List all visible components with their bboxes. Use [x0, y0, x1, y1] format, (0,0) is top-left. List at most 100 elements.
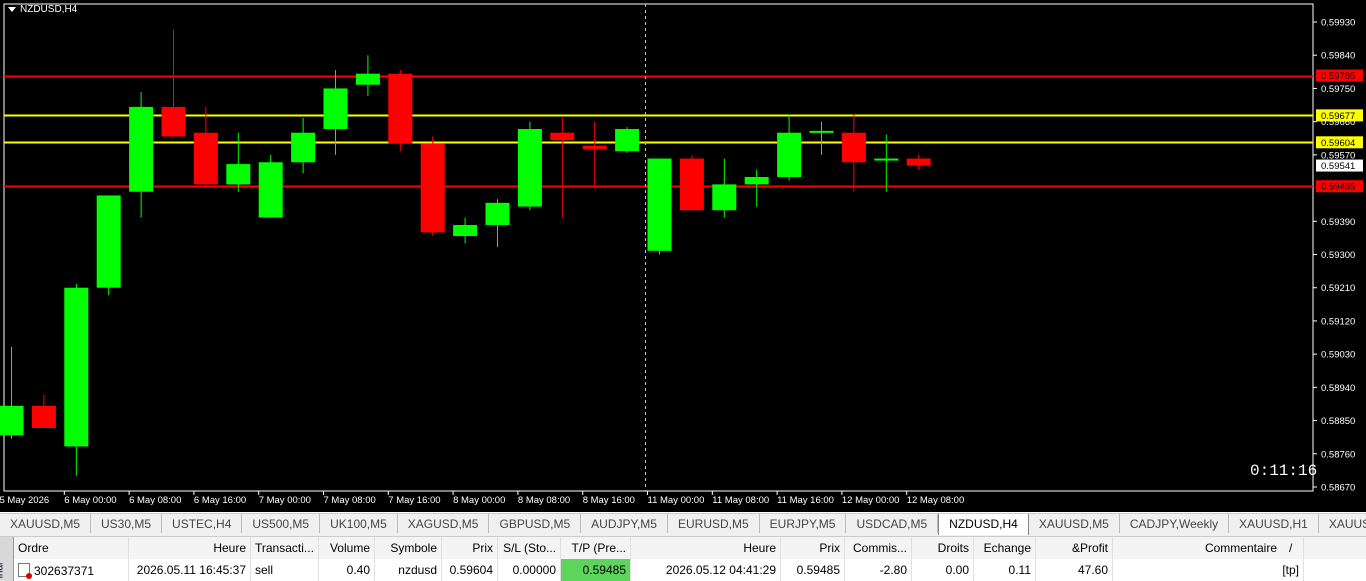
- column-header-label: Symbole: [390, 541, 437, 555]
- table-cell-value: -2.80: [879, 563, 907, 577]
- column-header[interactable]: Heure: [129, 537, 251, 559]
- candle-body: [258, 162, 283, 218]
- tab-xauusd[interactable]: XAUUSD,\: [1319, 514, 1366, 533]
- column-header-label: Heure: [213, 541, 246, 555]
- tab-uk100-m5[interactable]: UK100,M5: [320, 514, 398, 533]
- tab-xauusd-h1[interactable]: XAUUSD,H1: [1229, 514, 1319, 533]
- candle-body: [485, 202, 510, 225]
- column-header[interactable]: Heure: [631, 537, 781, 559]
- table-cell-value: nzdusd: [398, 563, 437, 577]
- price-axis-label: 0.59210: [1321, 283, 1355, 294]
- candle-body: [906, 158, 931, 166]
- price-axis-label: 0.59750: [1321, 84, 1355, 95]
- time-axis-label: 7 May 00:00: [259, 495, 311, 506]
- level-price-label: 0.59604: [1321, 138, 1355, 149]
- terminal-side-label[interactable]: inal: [0, 537, 14, 581]
- candle-countdown-timer: 0:11:16: [1250, 462, 1318, 480]
- candle-body: [161, 106, 186, 137]
- candle-body: [615, 129, 640, 152]
- column-header[interactable]: Commentaire /: [1113, 537, 1304, 559]
- tab-eurjpy-m5[interactable]: EURJPY,M5: [760, 514, 847, 533]
- tab-nzdusd-h4[interactable]: NZDUSD,H4: [938, 514, 1029, 535]
- time-axis-label: 12 May 00:00: [842, 495, 900, 506]
- column-header-label: Ordre: [18, 541, 49, 555]
- chart-menu-icon[interactable]: [8, 7, 16, 12]
- tab-xagusd-m5[interactable]: XAGUSD,M5: [398, 514, 490, 533]
- tab-xauusd-m5[interactable]: XAUUSD,M5: [1029, 514, 1120, 533]
- sort-indicator-icon: /: [1289, 541, 1293, 555]
- table-cell: 2026.05.12 04:41:29: [631, 559, 781, 581]
- price-axis-label: 0.58760: [1321, 449, 1355, 460]
- candle-body: [420, 143, 445, 233]
- price-chart[interactable]: 0.599300.598400.597500.596600.595700.593…: [0, 0, 1366, 512]
- tab-usdcad-m5[interactable]: USDCAD,M5: [846, 514, 939, 533]
- column-header[interactable]: Droits: [912, 537, 974, 559]
- table-cell: 0.40: [319, 559, 375, 581]
- time-axis-label: 8 May 08:00: [518, 495, 570, 506]
- column-header-label: Prix: [819, 541, 840, 555]
- candle-body: [744, 177, 769, 185]
- time-axis-label: 6 May 00:00: [64, 495, 116, 506]
- column-header[interactable]: Prix: [781, 537, 845, 559]
- table-cell-value: 47.60: [1077, 563, 1108, 577]
- table-cell-value: [tp]: [1282, 563, 1299, 577]
- tab-gbpusd-m5[interactable]: GBPUSD,M5: [489, 514, 582, 533]
- table-cell: 0.59485: [781, 559, 845, 581]
- column-header[interactable]: Transacti...: [251, 537, 319, 559]
- column-header[interactable]: Echange: [974, 537, 1036, 559]
- table-cell: -2.80: [845, 559, 912, 581]
- terminal-trade-table: inal Ordre Heure Transacti... Volume Symbole…: [0, 537, 1366, 581]
- tab-cadjpy-weekly[interactable]: CADJPY,Weekly: [1120, 514, 1230, 533]
- column-header[interactable]: Symbole: [375, 537, 442, 559]
- price-axis-label: 0.59030: [1321, 350, 1355, 361]
- candle-body: [0, 405, 24, 436]
- candle-body: [355, 73, 380, 85]
- tab-audjpy-m5[interactable]: AUDJPY,M5: [581, 514, 668, 533]
- time-axis-label: 5 May 2026: [0, 495, 49, 506]
- chart-area[interactable]: 0.59930 0.59840 0.59750 0.59660 0.59570 0.593…: [0, 0, 1366, 512]
- table-cell: 47.60: [1036, 559, 1113, 581]
- table-cell-value: 0.59604: [449, 563, 493, 577]
- price-axis-label: 0.58940: [1321, 383, 1355, 394]
- column-header-label: Transacti...: [255, 541, 314, 555]
- table-row[interactable]: 302637371 2026.05.11 16:45:37 sell 0.40 nzdu…: [14, 559, 1366, 581]
- table-cell: [tp]: [1113, 559, 1304, 581]
- time-axis-label: 11 May 00:00: [648, 495, 705, 506]
- current-price-label: 0.59541: [1321, 161, 1355, 172]
- column-header[interactable]: T/P (Pre...: [561, 537, 631, 559]
- tab-ustec-h4[interactable]: USTEC,H4: [162, 514, 243, 533]
- price-axis-label: 0.58850: [1321, 416, 1355, 427]
- price-axis-label: 0.59300: [1321, 250, 1355, 261]
- table-cell-value: 0.59485: [582, 563, 626, 577]
- table-cell: 0.00000: [498, 559, 561, 581]
- column-header-label: Heure: [743, 541, 776, 555]
- column-header[interactable]: Volume: [319, 537, 375, 559]
- chart-title[interactable]: NZDUSD,H4: [8, 4, 77, 15]
- tab-us500-m5[interactable]: US500,M5: [242, 514, 321, 533]
- column-header-label: Commentaire: [1204, 541, 1277, 555]
- candle-body: [129, 106, 154, 192]
- tab-eurusd-m5[interactable]: EURUSD,M5: [668, 514, 760, 533]
- column-header[interactable]: Prix: [442, 537, 498, 559]
- chart-symbol-label: NZDUSD,H4: [20, 4, 78, 15]
- tab-xauusd-m5[interactable]: XAUUSD,M5: [0, 514, 92, 533]
- column-header[interactable]: S/L (Sto...: [498, 537, 561, 559]
- column-header-label: Droits: [937, 541, 969, 555]
- time-axis-label: 11 May 16:00: [777, 495, 834, 506]
- column-header[interactable]: Ordre: [14, 537, 129, 559]
- candle-body: [841, 132, 866, 163]
- column-header-label: Echange: [983, 541, 1031, 555]
- time-axis-label: 7 May 08:00: [324, 495, 376, 506]
- level-price-label: 0.59485: [1321, 182, 1355, 193]
- table-cell-value: sell: [255, 563, 274, 577]
- price-axis-label: 0.59840: [1321, 51, 1355, 62]
- table-cell: sell: [251, 559, 319, 581]
- column-header[interactable]: Commis...: [845, 537, 912, 559]
- candle-body: [679, 158, 704, 211]
- price-axis-label: 0.58670: [1321, 483, 1355, 494]
- candle-body: [323, 88, 348, 130]
- column-header[interactable]: &Profit: [1036, 537, 1113, 559]
- table-cell: 0.59604: [442, 559, 498, 581]
- tab-us30-m5[interactable]: US30,M5: [91, 514, 163, 533]
- table-cell-value: 302637371: [34, 564, 95, 578]
